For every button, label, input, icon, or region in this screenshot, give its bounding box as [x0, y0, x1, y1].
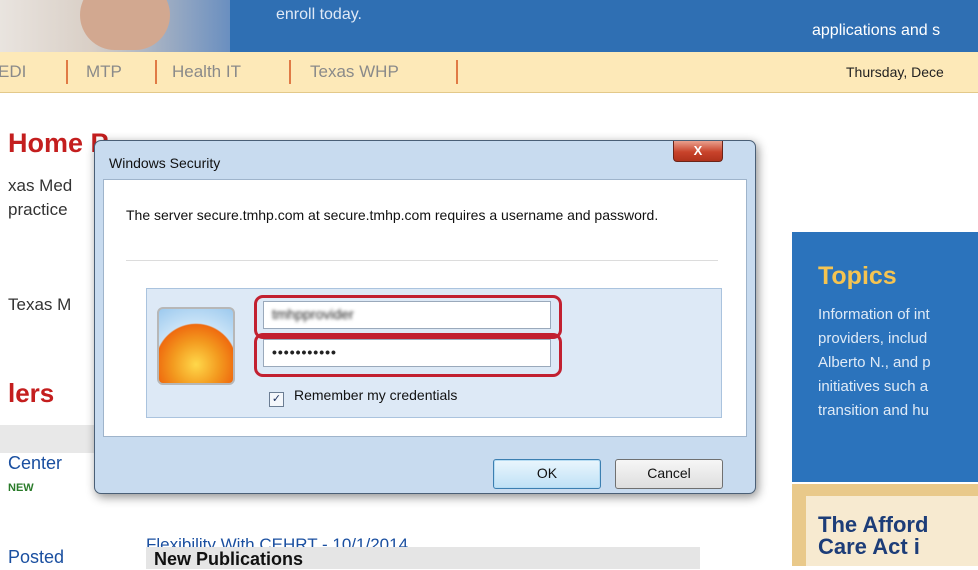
banner-face-image — [80, 0, 170, 50]
posted-link[interactable]: Posted — [8, 547, 64, 568]
section-title: lers — [8, 378, 55, 408]
affordable-care-act-panel[interactable]: The Afford Care Act i — [792, 484, 978, 566]
topics-title: Topics — [818, 262, 897, 290]
banner-photo — [0, 0, 230, 52]
password-highlight — [254, 333, 562, 377]
topics-text-line: transition and hu — [818, 402, 929, 419]
topics-text-line: providers, includ — [818, 330, 928, 347]
top-banner: enroll today. applications and s — [0, 0, 978, 52]
nav-item-health-it[interactable]: Health IT — [172, 62, 241, 82]
nav-item-texas-whp[interactable]: Texas WHP — [310, 62, 399, 82]
new-publications-label: New Publications — [154, 549, 304, 569]
ok-button[interactable]: OK — [493, 459, 601, 489]
dialog-title: Windows Security — [109, 155, 221, 171]
user-avatar-icon — [157, 307, 235, 385]
topics-text-line: initiatives such a — [818, 378, 929, 395]
nav-separator — [456, 60, 458, 84]
remember-credentials-checkbox[interactable]: ✓ Remember my credentials — [269, 387, 457, 407]
remember-label: Remember my credentials — [294, 387, 458, 403]
nav-separator — [289, 60, 291, 84]
afford-inner-box: The Afford Care Act i — [806, 496, 978, 566]
topics-text-line: Information of int — [818, 306, 930, 323]
dialog-divider — [126, 260, 718, 261]
close-button[interactable]: X — [673, 141, 723, 162]
section-header-row — [0, 425, 100, 453]
topics-text-line: Alberto N., and p — [818, 354, 931, 371]
new-badge: NEW — [8, 482, 34, 494]
intro-text-line: Texas M — [8, 295, 72, 314]
nav-bar: EDI MTP Health IT Texas WHP Thursday, De… — [0, 52, 978, 93]
banner-text-enroll: enroll today. — [276, 6, 362, 23]
nav-separator — [66, 60, 68, 84]
center-link[interactable]: Center — [8, 453, 62, 474]
dialog-body: The server secure.tmhp.com at secure.tmh… — [103, 179, 747, 437]
intro-text-line: xas Med — [8, 176, 73, 195]
afford-title-line2: Care Act i — [818, 534, 920, 559]
nav-item-edi[interactable]: EDI — [0, 62, 26, 82]
credential-tile: tmhpprovider ••••••••••• ✓ Remember my cr… — [146, 288, 722, 418]
nav-separator — [155, 60, 157, 84]
windows-security-dialog: Windows Security X The server secure.tmh… — [94, 140, 756, 494]
close-icon: X — [693, 143, 703, 158]
topics-panel: Topics Information of int providers, inc… — [792, 232, 978, 482]
current-date: Thursday, Dece — [846, 64, 944, 80]
dialog-message: The server secure.tmhp.com at secure.tmh… — [126, 207, 659, 223]
afford-title: The Afford Care Act i — [818, 514, 928, 558]
nav-item-mtp[interactable]: MTP — [86, 62, 122, 82]
intro-text-line: practice — [8, 200, 68, 219]
cancel-button[interactable]: Cancel — [615, 459, 723, 489]
checkbox-checked-icon[interactable]: ✓ — [269, 392, 284, 407]
banner-text-applications: applications and s — [812, 22, 941, 39]
